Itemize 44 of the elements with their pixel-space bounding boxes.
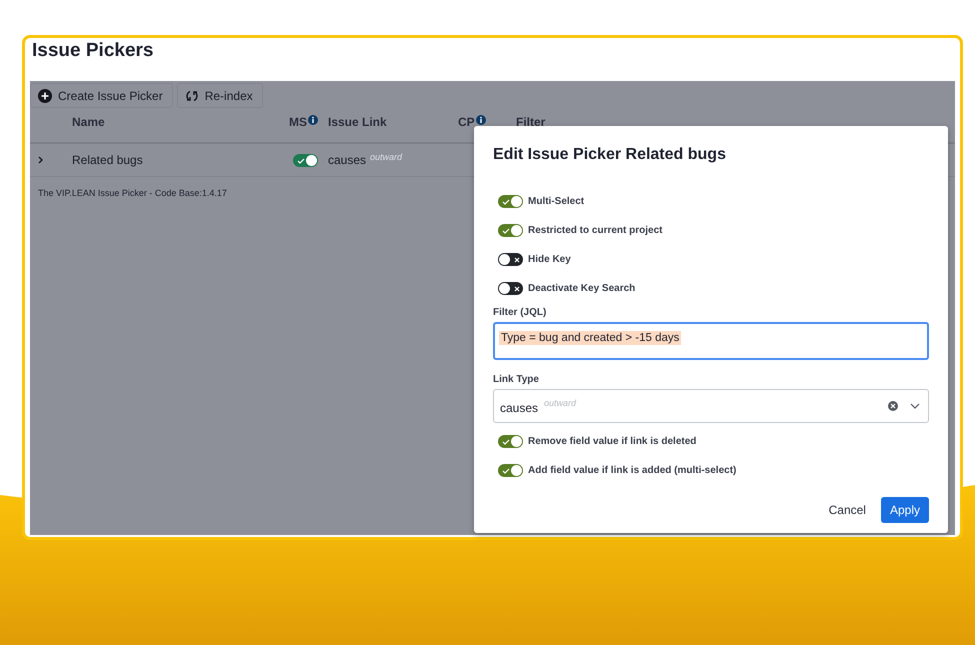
check-icon: [502, 228, 510, 234]
reindex-button[interactable]: Re-index: [176, 83, 263, 108]
filter-field[interactable]: Type = bug and created > -15 days: [493, 322, 929, 360]
direction-label: outward: [370, 152, 402, 162]
column-header: CP: [448, 115, 486, 129]
version-text: The VIP.LEAN Issue Picker - Code Base:1.4.17: [38, 188, 227, 198]
toggle-switch[interactable]: [498, 435, 523, 448]
refresh-icon: [184, 88, 199, 102]
table-cell: causes: [328, 153, 366, 167]
toggle-switch[interactable]: [498, 282, 523, 295]
toggle-label: Hide Key: [528, 254, 571, 265]
create-button[interactable]: Create Issue Picker: [30, 83, 173, 108]
toggle-label: Multi-Select: [528, 196, 584, 207]
chevron-down-icon[interactable]: [910, 403, 920, 409]
toggle-label: Remove field value if link is deleted: [528, 436, 696, 447]
column-header: Filter: [515, 115, 546, 129]
link-type-select[interactable]: causes outward: [493, 389, 929, 423]
plus-icon: [38, 88, 52, 102]
table-cell-text: Related bugs: [71, 153, 144, 167]
field-label: Link Type: [493, 374, 540, 385]
clear-icon[interactable]: [888, 401, 898, 411]
toggle-label: Restricted to current project: [528, 225, 662, 236]
cross-icon: [514, 286, 520, 292]
check-icon: [502, 199, 510, 205]
chevron-right-icon[interactable]: [38, 156, 44, 164]
toggle-label: Deactivate Key Search: [528, 283, 636, 294]
toggle-switch[interactable]: [498, 224, 523, 237]
toggle-switch[interactable]: [498, 464, 523, 477]
cross-icon: [514, 256, 520, 262]
column-header: Name: [71, 115, 105, 129]
column-header: MS: [289, 115, 318, 129]
toggle-switch[interactable]: [498, 195, 523, 208]
apply-button[interactable]: Apply: [880, 497, 929, 523]
check-icon: [502, 439, 510, 445]
column-header: Issue Link: [327, 115, 387, 129]
cancel-button[interactable]: Cancel: [820, 497, 875, 523]
toggle-switch[interactable]: [498, 253, 523, 266]
toggle-switch[interactable]: [293, 154, 318, 166]
check-icon: [502, 468, 510, 474]
dialog-title: Edit Issue Picker Related bugs: [493, 146, 727, 164]
toggle-label: Add field value if link is added (multi-select): [528, 465, 736, 476]
field-label: Filter (JQL): [493, 307, 548, 318]
check-icon: [297, 158, 305, 164]
page-title: Issue Pickers: [32, 40, 154, 63]
